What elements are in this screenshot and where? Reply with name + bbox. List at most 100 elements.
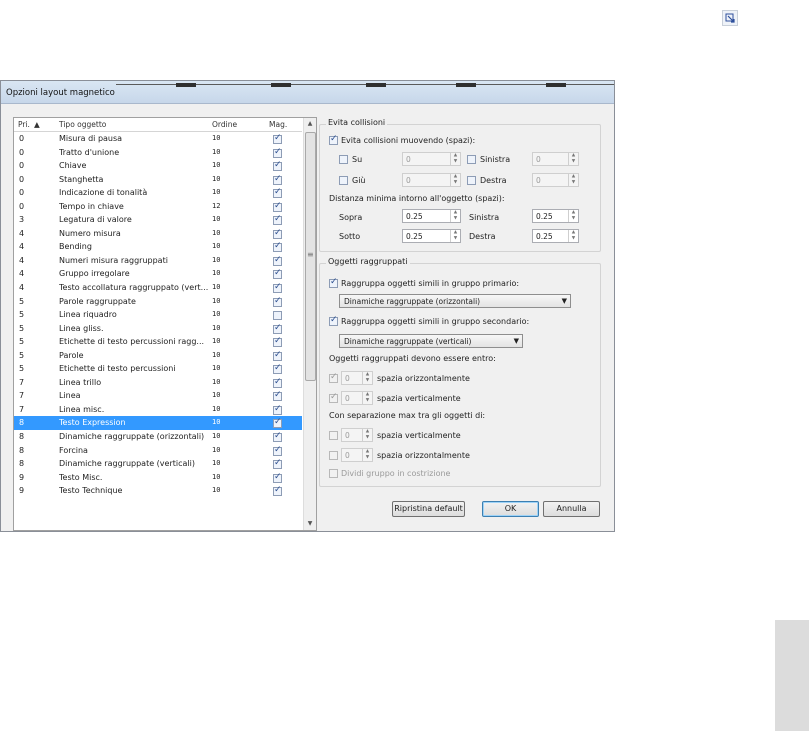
object-type-list[interactable]: ▲ Pri. Tipo oggetto Ordine Mag. 0 Misura … xyxy=(13,117,317,531)
table-row[interactable]: 4 Numero misura 10 xyxy=(14,227,302,241)
sep-vert-label: spazia verticalmente xyxy=(377,431,461,440)
entro-oriz-label: spazia orizzontalmente xyxy=(377,374,470,383)
entro-vert-checkbox[interactable] xyxy=(329,392,338,403)
background-staff xyxy=(116,83,614,101)
evita-collisioni-checkbox[interactable] xyxy=(329,134,338,145)
table-row[interactable]: 0 Stanghetta 10 xyxy=(14,173,302,187)
table-row[interactable]: 5 Parole 10 xyxy=(14,349,302,363)
gruppo-primario-select[interactable]: Dinamiche raggruppate (orizzontali) ▼ xyxy=(339,294,571,308)
table-row[interactable]: 8 Testo Expression 10 xyxy=(14,416,302,431)
sopra-spinner[interactable]: 0.25 ▲ ▼ xyxy=(402,209,461,223)
table-row[interactable]: 9 Testo Technique 10 xyxy=(14,484,302,498)
table-row[interactable]: 7 Linea 10 xyxy=(14,389,302,403)
pri-cell: 5 xyxy=(19,337,25,347)
col-tipo-header[interactable]: Tipo oggetto xyxy=(59,120,106,129)
table-row[interactable]: 3 Legatura di valore 10 xyxy=(14,213,302,227)
su-checkbox[interactable] xyxy=(339,155,348,164)
table-row[interactable]: 5 Linea riquadro 10 xyxy=(14,308,302,322)
pri-cell: 5 xyxy=(19,296,25,306)
col-pri-header[interactable]: Pri. xyxy=(18,120,30,129)
table-row[interactable]: 5 Linea gliss. 10 xyxy=(14,322,302,336)
col-mag-header[interactable]: Mag. xyxy=(269,120,287,129)
ordine-cell: 10 xyxy=(212,242,221,251)
chevron-down-icon: ▼ xyxy=(561,297,567,305)
table-row[interactable]: 0 Tratto d'unione 10 xyxy=(14,146,302,160)
ok-button[interactable]: OK xyxy=(482,501,539,517)
ordine-cell: 10 xyxy=(212,215,221,224)
tipo-cell: Tratto d'unione xyxy=(59,147,120,157)
pri-cell: 0 xyxy=(19,147,25,157)
list-scrollbar[interactable]: ▲ ▼ xyxy=(303,118,316,530)
entro-vert-spinner[interactable]: 0 ▲ ▼ xyxy=(341,391,373,405)
sep-oriz-spinner[interactable]: 0 ▲ ▼ xyxy=(341,448,373,462)
pri-cell: 9 xyxy=(19,472,25,482)
table-row[interactable]: 8 Dinamiche raggruppate (verticali) 10 xyxy=(14,457,302,471)
table-row[interactable]: 5 Etichette di testo percussioni 10 xyxy=(14,362,302,376)
tipo-cell: Indicazione di tonalità xyxy=(59,188,148,198)
sotto-spinner[interactable]: 0.25 ▲ ▼ xyxy=(402,229,461,243)
pri-cell: 0 xyxy=(19,188,25,198)
tipo-cell: Etichette di testo percussioni xyxy=(59,364,176,374)
gruppo-secondario-select[interactable]: Dinamiche raggruppate (verticali) ▼ xyxy=(339,334,523,348)
scroll-down-icon[interactable]: ▼ xyxy=(304,518,316,530)
table-row[interactable]: 9 Testo Misc. 10 xyxy=(14,471,302,485)
pri-cell: 5 xyxy=(19,323,25,333)
ordine-cell: 10 xyxy=(212,445,221,454)
table-row[interactable]: 4 Numeri misura raggruppati 10 xyxy=(14,254,302,268)
table-row[interactable]: 4 Gruppo irregolare 10 xyxy=(14,267,302,281)
table-row[interactable]: 7 Linea trillo 10 xyxy=(14,376,302,390)
tipo-cell: Linea riquadro xyxy=(59,310,117,320)
pri-cell: 7 xyxy=(19,377,25,387)
table-row[interactable]: 0 Tempo in chiave 12 xyxy=(14,200,302,214)
ordine-cell: 10 xyxy=(212,310,221,319)
tipo-cell: Gruppo irregolare xyxy=(59,269,130,279)
ordine-cell: 10 xyxy=(212,350,221,359)
col-ordine-header[interactable]: Ordine xyxy=(212,120,237,129)
table-row[interactable]: 8 Forcina 10 xyxy=(14,444,302,458)
entro-oriz-spinner[interactable]: 0 ▲ ▼ xyxy=(341,371,373,385)
pri-cell: 4 xyxy=(19,242,25,252)
table-row[interactable]: 5 Parole raggruppate 10 xyxy=(14,295,302,309)
destra-checkbox[interactable] xyxy=(467,176,476,185)
oggetti-raggruppati-legend: Oggetti raggruppati xyxy=(326,257,410,266)
su-spinner[interactable]: 0 ▲ ▼ xyxy=(402,152,461,166)
scroll-up-icon[interactable]: ▲ xyxy=(304,118,316,130)
sinistra-checkbox[interactable] xyxy=(467,155,476,164)
pri-cell: 8 xyxy=(19,445,25,455)
tipo-cell: Testo accollatura raggruppato (vert... xyxy=(59,283,209,293)
table-row[interactable]: 5 Etichette di testo percussioni ragg... 1… xyxy=(14,335,302,349)
table-row[interactable]: 0 Indicazione di tonalità 10 xyxy=(14,186,302,200)
pri-cell: 0 xyxy=(19,161,25,171)
gruppo-primario-checkbox[interactable] xyxy=(329,277,338,288)
giu-spinner[interactable]: 0 ▲ ▼ xyxy=(402,173,461,187)
tipo-cell: Testo Misc. xyxy=(59,472,103,482)
table-row[interactable]: 4 Bending 10 xyxy=(14,240,302,254)
dist-sinistra-spinner[interactable]: 0.25 ▲ ▼ xyxy=(532,209,579,223)
dist-destra-spinner[interactable]: 0.25 ▲ ▼ xyxy=(532,229,579,243)
dividi-gruppo-label: Dividi gruppo in costrizione xyxy=(341,469,451,478)
ordine-cell: 10 xyxy=(212,472,221,481)
dividi-gruppo-checkbox[interactable] xyxy=(329,469,338,478)
scroll-thumb[interactable] xyxy=(305,132,316,381)
giu-checkbox[interactable] xyxy=(339,176,348,185)
tipo-cell: Linea gliss. xyxy=(59,323,104,333)
sep-oriz-checkbox[interactable] xyxy=(329,451,338,460)
ripristina-default-button[interactable]: Ripristina default xyxy=(392,501,465,517)
destra-spinner[interactable]: 0 ▲ ▼ xyxy=(532,173,579,187)
table-row[interactable]: 8 Dinamiche raggruppate (orizzontali) 10 xyxy=(14,430,302,444)
sep-vert-spinner[interactable]: 0 ▲ ▼ xyxy=(341,428,373,442)
ordine-cell: 10 xyxy=(212,147,221,156)
su-label: Su xyxy=(352,155,363,164)
table-row[interactable]: 0 Chiave 10 xyxy=(14,159,302,173)
table-row[interactable]: 7 Linea misc. 10 xyxy=(14,403,302,417)
ordine-cell: 10 xyxy=(212,337,221,346)
sinistra-spinner[interactable]: 0 ▲ ▼ xyxy=(532,152,579,166)
ordine-cell: 10 xyxy=(212,391,221,400)
sep-vert-checkbox[interactable] xyxy=(329,431,338,440)
table-row[interactable]: 4 Testo accollatura raggruppato (vert... 1… xyxy=(14,281,302,295)
entro-oriz-checkbox[interactable] xyxy=(329,372,338,383)
gruppo-secondario-checkbox[interactable] xyxy=(329,315,338,326)
table-row[interactable]: 0 Misura di pausa 10 xyxy=(14,132,302,146)
tipo-cell: Parole raggruppate xyxy=(59,296,136,306)
annulla-button[interactable]: Annulla xyxy=(543,501,600,517)
